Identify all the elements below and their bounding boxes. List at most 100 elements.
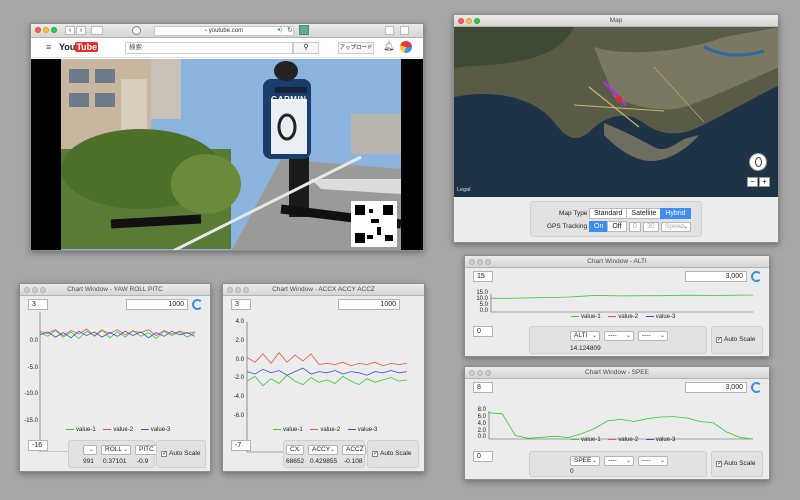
range-max-field[interactable]: 3,000 xyxy=(685,382,747,393)
series-line-value-3 xyxy=(246,367,408,376)
legend-item: value-3 xyxy=(150,427,171,433)
reload-icon[interactable]: ↻ xyxy=(287,26,293,34)
minimize-button[interactable] xyxy=(43,27,49,33)
gps-field-2[interactable]: 30 xyxy=(643,222,659,232)
video-player[interactable]: GARMIN xyxy=(31,59,423,250)
series-select-3[interactable]: ---- ⌄ xyxy=(638,331,668,341)
legend-item: value-2 xyxy=(618,437,639,443)
series-value-2: 0.37101 xyxy=(103,458,127,465)
lock-icon: ⬩ xyxy=(204,28,208,34)
series-select-2[interactable]: ---- ⌄ xyxy=(604,331,634,341)
series-select-2[interactable]: ROLL ⌄ xyxy=(101,445,131,455)
search-input[interactable]: 検索 xyxy=(125,42,293,54)
series-select-1[interactable]: ⌄ xyxy=(83,445,97,455)
series-select-2[interactable]: ACCY ⌄ xyxy=(308,445,338,455)
refresh-icon[interactable] xyxy=(192,299,203,310)
plot-area xyxy=(246,322,408,453)
refresh-icon[interactable] xyxy=(751,382,762,393)
youtube-logo[interactable]: YouTube xyxy=(59,42,99,52)
chart-window-alti: Chart Window - ALTI 15 3,000 15.0 10.0 5… xyxy=(464,255,770,357)
upload-button[interactable]: アップロード xyxy=(338,42,374,54)
menu-icon[interactable]: ≡ xyxy=(46,42,51,52)
series-select-3[interactable]: PITC xyxy=(135,445,157,455)
autoscale-checkbox[interactable]: ✓ Auto Scale xyxy=(716,460,755,467)
chart-legend: value-1 value-2 value-3 xyxy=(267,427,377,433)
map-type-hybrid[interactable]: Hybrid xyxy=(660,208,691,219)
forward-icon[interactable]: › xyxy=(76,26,86,35)
range-min-field[interactable]: 8 xyxy=(473,382,493,393)
search-button[interactable]: ⚲ xyxy=(293,42,319,54)
notification-bell-icon[interactable]: 🔔︎ xyxy=(383,41,394,52)
map-type-segmented: Standard Satellite Hybrid xyxy=(589,208,691,219)
back-icon[interactable]: ‹ xyxy=(65,26,75,35)
plot-area xyxy=(490,294,753,313)
series-controls: SPEE ⌄ ---- ⌄ ---- ⌄ 0 xyxy=(529,451,707,477)
map-view[interactable]: Legal − + xyxy=(454,27,778,197)
extension-icon[interactable] xyxy=(299,25,309,35)
series-select-3[interactable]: ACCZ xyxy=(342,445,366,455)
range-min-field[interactable]: 3 xyxy=(231,299,251,310)
series-value-1: 991 xyxy=(83,458,94,465)
legend-item: value-1 xyxy=(76,427,96,433)
series-controls: ALTI ⌄ ---- ⌄ ---- ⌄ 14.124809 xyxy=(529,326,707,354)
youtube-header: ≡ YouTube 検索 ⚲ アップロード 🔔︎ xyxy=(31,38,423,58)
privacy-icon[interactable] xyxy=(132,26,141,35)
share-icon[interactable] xyxy=(385,26,394,35)
series-select-1[interactable]: ALTI ⌄ xyxy=(570,331,600,341)
range-bottom-field[interactable]: -7 xyxy=(231,440,251,451)
browser-window: ‹ › ⬩ youtube.com ◂) ↻ ≡ YouTube 検索 ⚲ アッ… xyxy=(30,23,424,251)
map-type-label: Map Type xyxy=(559,210,588,217)
gps-mode-select[interactable]: Speed ⌄ xyxy=(661,222,691,232)
compass-icon xyxy=(755,157,762,167)
range-max-field[interactable]: 1000 xyxy=(338,299,400,310)
window-title: Map xyxy=(609,17,623,24)
satellite-map xyxy=(454,27,778,197)
address-bar[interactable]: ⬩ youtube.com xyxy=(154,26,294,36)
window-title: Chart Window - ACCX ACCY ACCZ xyxy=(272,286,375,293)
series-value-3: -0.9 xyxy=(137,458,149,465)
autoscale-box: ✓ Auto Scale xyxy=(367,440,419,468)
series-controls: ⌄ ROLL ⌄ PITC 991 0.37101 -0.9 xyxy=(68,440,157,468)
audio-icon[interactable]: ◂) xyxy=(277,26,282,33)
series-select-3[interactable]: ---- ⌄ xyxy=(638,456,668,466)
series-select-1[interactable]: SPEE ⌄ xyxy=(570,456,600,466)
map-type-standard[interactable]: Standard xyxy=(589,208,628,219)
gps-field-1[interactable]: 0 xyxy=(629,222,641,232)
map-controls: Map Type Standard Satellite Hybrid GPS Tra… xyxy=(530,201,702,237)
chart-window-yaw: Chart Window - YAW ROLL PITC 3 1000 0.0 … xyxy=(19,283,211,472)
range-min-field[interactable]: 3 xyxy=(28,299,48,310)
autoscale-box: ✓ Auto Scale xyxy=(711,451,763,477)
range-max-field[interactable]: 3,000 xyxy=(685,271,747,282)
zoom-button[interactable] xyxy=(51,27,57,33)
legend-item: value-2 xyxy=(320,427,341,433)
gps-off-button[interactable]: Off xyxy=(607,221,627,232)
compass-button[interactable] xyxy=(749,153,767,171)
zoom-out-button[interactable]: − xyxy=(747,177,758,187)
series-line-value-2 xyxy=(246,352,408,367)
sidebar-icon[interactable] xyxy=(91,26,103,35)
map-type-satellite[interactable]: Satellite xyxy=(626,208,662,219)
tabs-icon[interactable] xyxy=(400,26,409,35)
gps-tracking-label: GPS Tracking xyxy=(547,223,588,230)
range-min-field[interactable]: 15 xyxy=(473,271,493,282)
chart-window-acc: Chart Window - ACCX ACCY ACCZ 3 1000 4.0… xyxy=(222,283,425,472)
autoscale-checkbox[interactable]: ✓ Auto Scale xyxy=(372,450,411,457)
autoscale-checkbox[interactable]: ✓ Auto Scale xyxy=(161,450,200,457)
series-select-2[interactable]: ---- ⌄ xyxy=(604,456,634,466)
window-title: Chart Window - YAW ROLL PITC xyxy=(67,286,163,293)
autoscale-checkbox[interactable]: ✓ Auto Scale xyxy=(716,336,755,343)
close-button[interactable] xyxy=(35,27,41,33)
zoom-in-button[interactable]: + xyxy=(759,177,770,187)
search-icon: ⚲ xyxy=(303,44,309,51)
range-bottom-field[interactable]: 0 xyxy=(473,326,493,337)
range-bottom-field[interactable]: 0 xyxy=(473,451,493,462)
refresh-icon[interactable] xyxy=(751,271,762,282)
series-select-1[interactable]: CX ⌄ xyxy=(286,445,304,455)
range-bottom-field[interactable]: -16 xyxy=(28,440,48,451)
autoscale-box: ✓ Auto Scale xyxy=(711,326,763,354)
avatar[interactable] xyxy=(400,41,412,53)
gps-on-button[interactable]: On xyxy=(589,221,609,232)
series-line-value-1 xyxy=(246,374,408,387)
map-legal-link[interactable]: Legal xyxy=(457,187,470,193)
range-max-field[interactable]: 1000 xyxy=(126,299,188,310)
